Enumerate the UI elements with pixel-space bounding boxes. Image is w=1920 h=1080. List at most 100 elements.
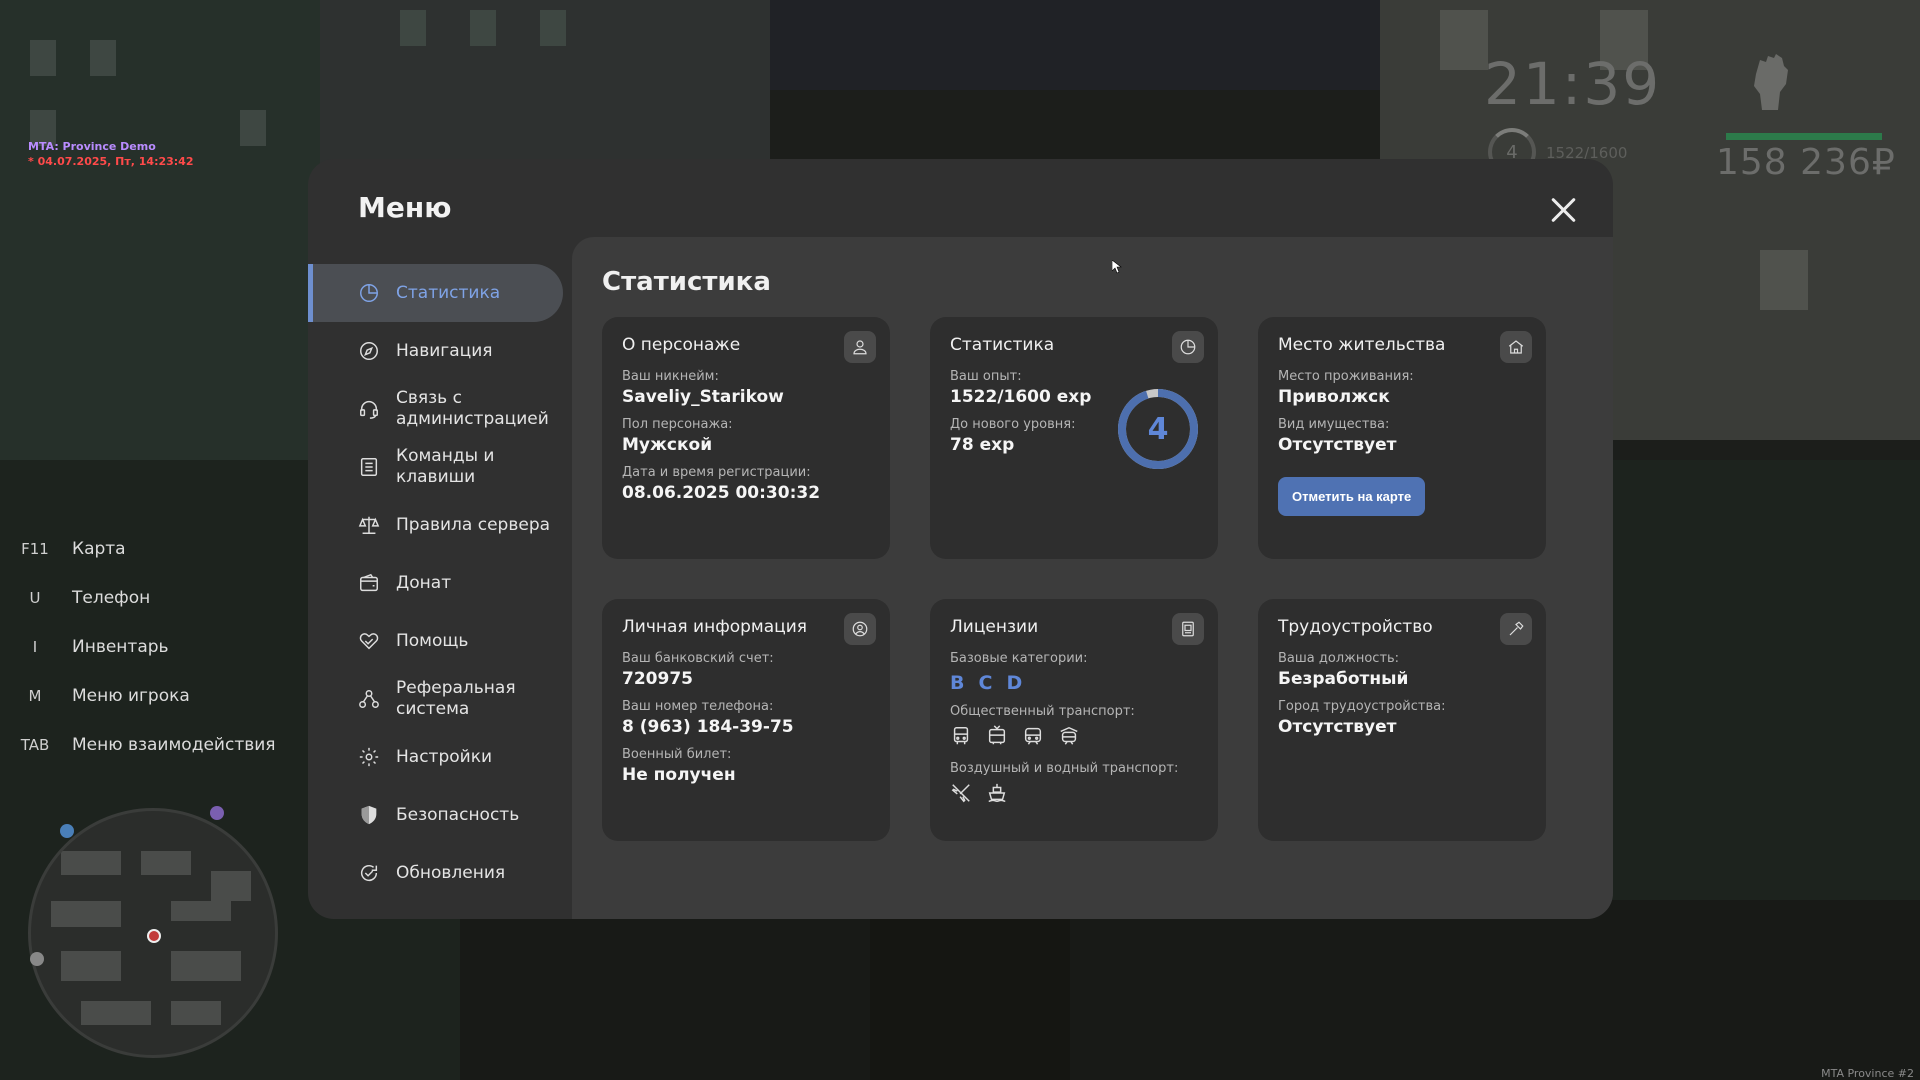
hotkey-player-menu: M Меню игрока — [20, 671, 276, 720]
window — [30, 40, 56, 76]
menu-title: Меню — [358, 191, 452, 224]
map-blip-icon — [60, 824, 74, 838]
menu-window: Меню Статистика Навигация Связь с админи… — [308, 159, 1613, 919]
mouse-cursor-icon — [1112, 260, 1122, 274]
hotkey-inventory: I Инвентарь — [20, 622, 276, 671]
boat-icon — [988, 783, 1006, 802]
map-block — [211, 871, 251, 901]
military-id-value: Не получен — [622, 765, 736, 785]
nav-item-admin-contact[interactable]: Связь с администрацией — [308, 380, 563, 438]
nav-label: Донат — [396, 572, 452, 593]
server-name: MTA: Province Demo — [28, 140, 156, 153]
content-title: Статистика — [602, 267, 771, 297]
map-block — [61, 951, 121, 981]
card-statistics: Статистика Ваш опыт: 1522/1600 exp До но… — [930, 317, 1218, 559]
nav-label: Правила сервера — [396, 514, 551, 535]
nav-label: Обновления — [396, 862, 506, 883]
hammer-icon — [1500, 613, 1532, 645]
phone-value: 8 (963) 184-39-75 — [622, 717, 794, 737]
map-block — [171, 951, 241, 981]
registration-label: Дата и время регистрации: — [622, 465, 811, 480]
hotkey-phone: U Телефон — [20, 573, 276, 622]
player-marker-icon — [147, 929, 161, 943]
window — [240, 110, 266, 146]
nickname-value: Saveliy_Starikow — [622, 387, 784, 407]
close-button[interactable] — [1546, 193, 1580, 227]
nav-item-donate[interactable]: Донат — [308, 554, 563, 612]
gender-value: Мужской — [622, 435, 713, 455]
license-categories: B C D — [950, 672, 1198, 694]
card-about: О персонаже Ваш никнейм: Saveliy_Stariko… — [602, 317, 890, 559]
residence-place-value: Приволжск — [1278, 387, 1390, 407]
nav-label: Реферальная система — [396, 678, 516, 719]
nav-item-settings[interactable]: Настройки — [308, 728, 563, 786]
pie-chart-icon — [1172, 331, 1204, 363]
window — [470, 10, 496, 46]
property-type-value: Отсутствует — [1278, 435, 1397, 455]
nav-item-help[interactable]: Помощь — [308, 612, 563, 670]
nav-item-referral[interactable]: Реферальная система — [308, 670, 563, 728]
hud-money: 158 236₽ — [1716, 142, 1896, 183]
map-block — [51, 901, 121, 927]
map-block — [141, 851, 191, 875]
window — [1440, 10, 1488, 70]
pie-chart-icon — [358, 282, 380, 304]
public-transport-icons — [950, 725, 1198, 747]
bus-icon — [953, 727, 969, 745]
refresh-check-icon — [358, 862, 380, 884]
public-transport-label: Общественный транспорт: — [950, 704, 1135, 719]
hotkey-interaction-menu: TAB Меню взаимодействия — [20, 720, 276, 769]
map-block — [61, 851, 121, 875]
hotkey-key: M — [28, 686, 42, 705]
card-title: О персонаже — [622, 335, 741, 355]
nav-label: Навигация — [396, 340, 493, 361]
nav-label: Помощь — [396, 630, 469, 651]
heart-hand-icon — [358, 630, 380, 652]
nav-item-rules[interactable]: Правила сервера — [308, 496, 563, 554]
card-title: Лицензии — [950, 617, 1039, 637]
nav-item-security[interactable]: Безопасность — [308, 786, 563, 844]
headset-icon — [358, 398, 380, 420]
trolleybus-icon — [988, 725, 1006, 745]
nav-item-navigation[interactable]: Навигация — [308, 322, 563, 380]
card-licenses: Лицензии Базовые категории: B C D Общест… — [930, 599, 1218, 841]
job-city-value: Отсутствует — [1278, 717, 1397, 737]
users-network-icon — [358, 688, 380, 710]
window — [400, 10, 426, 46]
nav-label: Связь с администрацией — [396, 388, 549, 429]
level-number: 4 — [1147, 411, 1169, 447]
registration-value: 08.06.2025 00:30:32 — [622, 483, 821, 503]
server-datetime: * 04.07.2025, Пт, 14:23:42 — [28, 155, 194, 168]
license-category: C — [978, 672, 993, 694]
health-bar — [1726, 133, 1882, 140]
nav-item-statistics[interactable]: Статистика — [308, 264, 563, 322]
card-title: Трудоустройство — [1278, 617, 1433, 637]
map-block — [81, 1001, 151, 1025]
hotkey-key: TAB — [20, 735, 50, 754]
license-category: B — [950, 672, 965, 694]
phone-label: Ваш номер телефона: — [622, 699, 774, 714]
map-block — [171, 1001, 221, 1025]
card-title: Личная информация — [622, 617, 808, 637]
gender-label: Пол персонажа: — [622, 417, 733, 432]
hotkey-label: Меню игрока — [72, 685, 190, 706]
nav-label: Настройки — [396, 746, 493, 767]
bank-account-label: Ваш банковский счет: — [622, 651, 774, 666]
airplane-icon — [951, 784, 970, 803]
exp-label: Ваш опыт: — [950, 369, 1022, 384]
tram-icon — [1024, 727, 1042, 745]
base-categories-label: Базовые категории: — [950, 651, 1088, 666]
card-title: Место жительства — [1278, 335, 1446, 355]
map-blip-icon — [210, 806, 224, 820]
license-category: D — [1006, 672, 1023, 694]
nav-item-commands[interactable]: Команды и клавиши — [308, 438, 563, 496]
window — [1760, 250, 1808, 310]
nav-item-updates[interactable]: Обновления — [308, 844, 563, 902]
hotkey-key: I — [32, 637, 38, 656]
mark-on-map-button[interactable]: Отметить на карте — [1278, 477, 1426, 516]
hotkey-label: Инвентарь — [72, 636, 169, 657]
road — [460, 900, 1920, 1080]
military-id-label: Военный билет: — [622, 747, 732, 762]
hotkey-label: Меню взаимодействия — [72, 734, 276, 755]
window — [540, 10, 566, 46]
